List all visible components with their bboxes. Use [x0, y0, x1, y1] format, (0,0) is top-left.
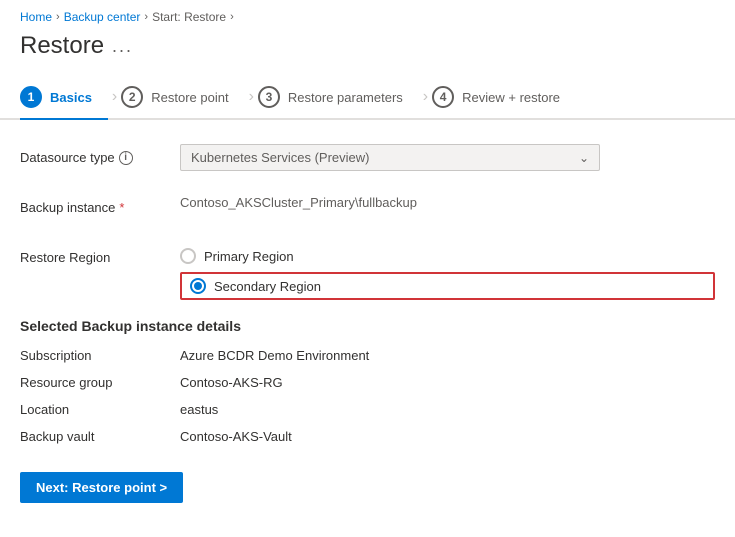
- breadcrumb-home[interactable]: Home: [20, 10, 52, 24]
- bottom-bar: Next: Restore point >: [0, 456, 735, 519]
- subscription-row: Subscription Azure BCDR Demo Environment: [20, 348, 715, 363]
- dropdown-arrow-icon: ⌄: [579, 151, 589, 165]
- secondary-region-highlighted[interactable]: Secondary Region: [180, 272, 715, 300]
- location-value: eastus: [180, 402, 715, 417]
- backup-instance-value: Contoso_AKSCluster_Primary\fullbackup: [180, 189, 417, 210]
- step-2-label: Restore point: [151, 90, 228, 105]
- breadcrumb-sep-2: ›: [144, 11, 148, 23]
- next-button[interactable]: Next: Restore point >: [20, 472, 183, 503]
- resource-group-row: Resource group Contoso-AKS-RG: [20, 375, 715, 390]
- secondary-region-label: Secondary Region: [214, 279, 321, 294]
- breadcrumb-sep-1: ›: [56, 11, 60, 23]
- form-content: Datasource type i Kubernetes Services (P…: [0, 144, 735, 444]
- location-label: Location: [20, 402, 180, 417]
- step-1-circle: 1: [20, 86, 42, 108]
- selected-backup-header: Selected Backup instance details: [20, 318, 715, 334]
- required-marker: *: [119, 200, 124, 215]
- step-sep-1: ›: [108, 88, 121, 106]
- backup-vault-row: Backup vault Contoso-AKS-Vault: [20, 429, 715, 444]
- datasource-type-control: Kubernetes Services (Preview) ⌄: [180, 144, 715, 171]
- datasource-info-icon[interactable]: i: [119, 151, 133, 165]
- backup-vault-value: Contoso-AKS-Vault: [180, 429, 715, 444]
- step-2-circle: 2: [121, 86, 143, 108]
- page-title-row: Restore ...: [0, 28, 735, 76]
- primary-region-radio[interactable]: [180, 248, 196, 264]
- step-4-label: Review + restore: [462, 90, 560, 105]
- step-sep-3: ›: [419, 88, 432, 106]
- restore-region-control: Primary Region Secondary Region: [180, 244, 715, 300]
- primary-region-label: Primary Region: [204, 249, 294, 264]
- primary-region-option[interactable]: Primary Region: [180, 248, 715, 264]
- page-title: Restore: [20, 32, 104, 60]
- step-sep-2: ›: [245, 88, 258, 106]
- backup-vault-label: Backup vault: [20, 429, 180, 444]
- step-review-restore[interactable]: 4 Review + restore: [432, 76, 576, 118]
- details-table: Subscription Azure BCDR Demo Environment…: [20, 348, 715, 444]
- datasource-type-row: Datasource type i Kubernetes Services (P…: [20, 144, 715, 176]
- step-restore-point[interactable]: 2 Restore point: [121, 76, 244, 118]
- selected-backup-section: Selected Backup instance details Subscri…: [20, 318, 715, 444]
- resource-group-label: Resource group: [20, 375, 180, 390]
- datasource-type-label: Datasource type i: [20, 144, 180, 165]
- more-options-button[interactable]: ...: [112, 36, 133, 57]
- step-4-circle: 4: [432, 86, 454, 108]
- backup-instance-row: Backup instance * Contoso_AKSCluster_Pri…: [20, 194, 715, 226]
- wizard-steps: 1 Basics › 2 Restore point › 3 Restore p…: [0, 76, 735, 120]
- breadcrumb-current: Start: Restore: [152, 10, 226, 24]
- datasource-type-value: Kubernetes Services (Preview): [191, 150, 369, 165]
- backup-instance-label: Backup instance *: [20, 194, 180, 215]
- restore-region-radio-group: Primary Region Secondary Region: [180, 244, 715, 300]
- step-basics[interactable]: 1 Basics: [20, 76, 108, 120]
- datasource-type-dropdown[interactable]: Kubernetes Services (Preview) ⌄: [180, 144, 600, 171]
- resource-group-value: Contoso-AKS-RG: [180, 375, 715, 390]
- subscription-label: Subscription: [20, 348, 180, 363]
- breadcrumb-backup-center[interactable]: Backup center: [64, 10, 141, 24]
- breadcrumb-sep-3: ›: [230, 11, 234, 23]
- step-3-circle: 3: [258, 86, 280, 108]
- restore-region-row: Restore Region Primary Region Secondary …: [20, 244, 715, 300]
- restore-region-label: Restore Region: [20, 244, 180, 265]
- step-restore-parameters[interactable]: 3 Restore parameters: [258, 76, 419, 118]
- step-1-label: Basics: [50, 90, 92, 105]
- breadcrumb: Home › Backup center › Start: Restore ›: [0, 0, 735, 28]
- subscription-value: Azure BCDR Demo Environment: [180, 348, 715, 363]
- location-row: Location eastus: [20, 402, 715, 417]
- step-3-label: Restore parameters: [288, 90, 403, 105]
- secondary-region-radio[interactable]: [190, 278, 206, 294]
- backup-instance-control: Contoso_AKSCluster_Primary\fullbackup: [180, 194, 715, 210]
